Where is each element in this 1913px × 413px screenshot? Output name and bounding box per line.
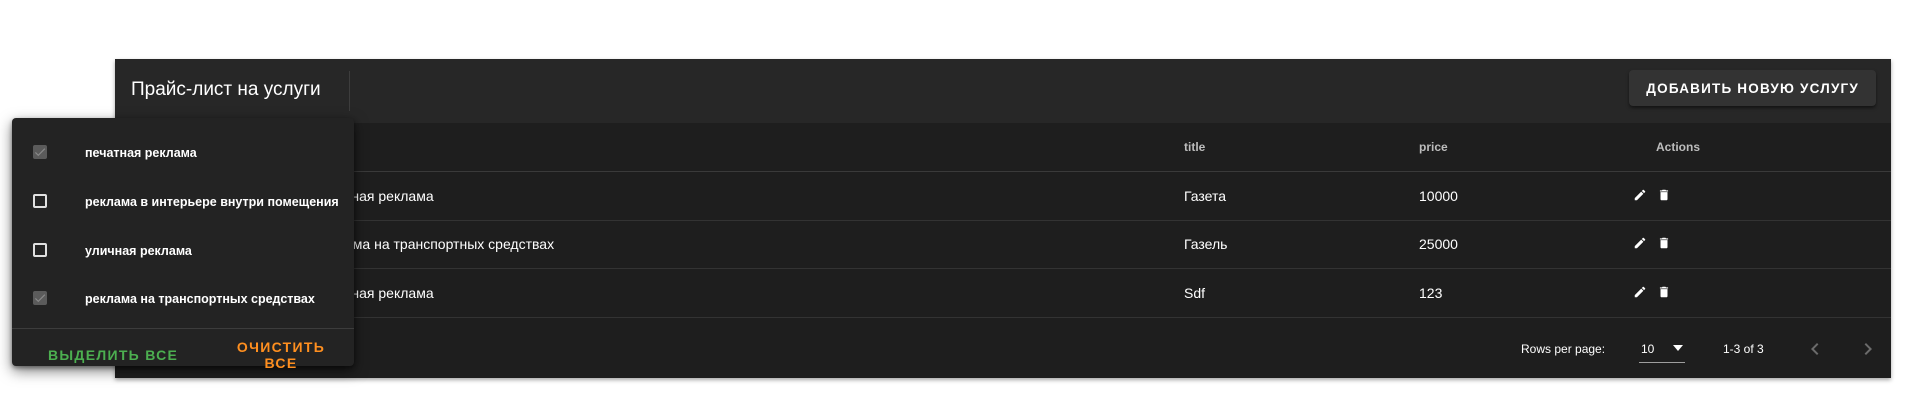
checkbox-empty-icon[interactable]: [33, 243, 47, 257]
column-header-title[interactable]: title: [1184, 140, 1205, 154]
rows-per-page-label: Rows per page:: [1521, 342, 1606, 356]
add-service-button[interactable]: ДОБАВИТЬ НОВУЮ УСЛУГУ: [1629, 70, 1876, 106]
pencil-icon[interactable]: [1633, 285, 1647, 299]
table-pagination: Rows per page: 10 1-3 of 3: [115, 321, 1891, 378]
caret-down-icon: [1673, 345, 1683, 351]
column-header-price[interactable]: price: [1419, 140, 1448, 154]
row-category: ама на транспортных средствах: [345, 236, 555, 252]
price-list-card: Прайс-лист на услуги ДОБАВИТЬ НОВУЮ УСЛУ…: [115, 59, 1891, 378]
trash-icon[interactable]: [1657, 188, 1671, 202]
filter-option[interactable]: печатная реклама: [12, 130, 354, 178]
filter-option[interactable]: уличная реклама: [12, 228, 354, 276]
checkbox-checked-icon[interactable]: [33, 291, 47, 305]
toolbar-divider: [349, 71, 350, 111]
row-category: тная реклама: [345, 188, 434, 204]
filter-option-label: реклама на транспортных средствах: [85, 292, 315, 306]
filter-option-label: реклама в интерьере внутри помещения: [85, 195, 339, 209]
menu-divider: [12, 328, 354, 329]
clear-all-button[interactable]: ОЧИСТИТЬ ВСЕ: [208, 337, 354, 373]
trash-icon[interactable]: [1657, 236, 1671, 250]
table-row: ама на транспортных средствах Газель 250…: [115, 220, 1891, 269]
pencil-icon[interactable]: [1633, 236, 1647, 250]
row-title: Газета: [1184, 188, 1227, 204]
chevron-right-icon[interactable]: [1856, 337, 1880, 361]
row-price: 10000: [1419, 188, 1458, 204]
row-price: 123: [1419, 285, 1443, 301]
select-all-button[interactable]: ВЫДЕЛИТЬ ВСЕ: [34, 337, 192, 373]
column-header-actions: Actions: [1656, 140, 1701, 154]
row-category: тная реклама: [345, 285, 434, 301]
rows-per-page-select[interactable]: 10: [1639, 336, 1685, 363]
trash-icon[interactable]: [1657, 285, 1671, 299]
rows-per-page-value: 10: [1641, 342, 1655, 356]
row-title: Газель: [1184, 236, 1228, 252]
table-header: title price Actions: [115, 123, 1891, 172]
row-price: 25000: [1419, 236, 1458, 252]
row-title: Sdf: [1184, 285, 1206, 301]
page-title: Прайс-лист на услуги: [131, 79, 321, 100]
filter-option-label: уличная реклама: [85, 244, 192, 258]
table-row: тная реклама Sdf 123: [115, 269, 1891, 318]
table-row: тная реклама Газета 10000: [115, 172, 1891, 221]
category-filter-menu: печатная реклама реклама в интерьере вну…: [12, 118, 354, 371]
pencil-icon[interactable]: [1633, 188, 1647, 202]
filter-option[interactable]: реклама на транспортных средствах: [12, 276, 354, 324]
pagination-range: 1-3 of 3: [1723, 342, 1764, 356]
chevron-left-icon[interactable]: [1803, 337, 1827, 361]
table-toolbar: Прайс-лист на услуги ДОБАВИТЬ НОВУЮ УСЛУ…: [115, 59, 1891, 123]
checkbox-empty-icon[interactable]: [33, 194, 47, 208]
filter-option[interactable]: реклама в интерьере внутри помещения: [12, 179, 354, 227]
checkbox-checked-icon[interactable]: [33, 145, 47, 159]
filter-option-label: печатная реклама: [85, 146, 197, 160]
